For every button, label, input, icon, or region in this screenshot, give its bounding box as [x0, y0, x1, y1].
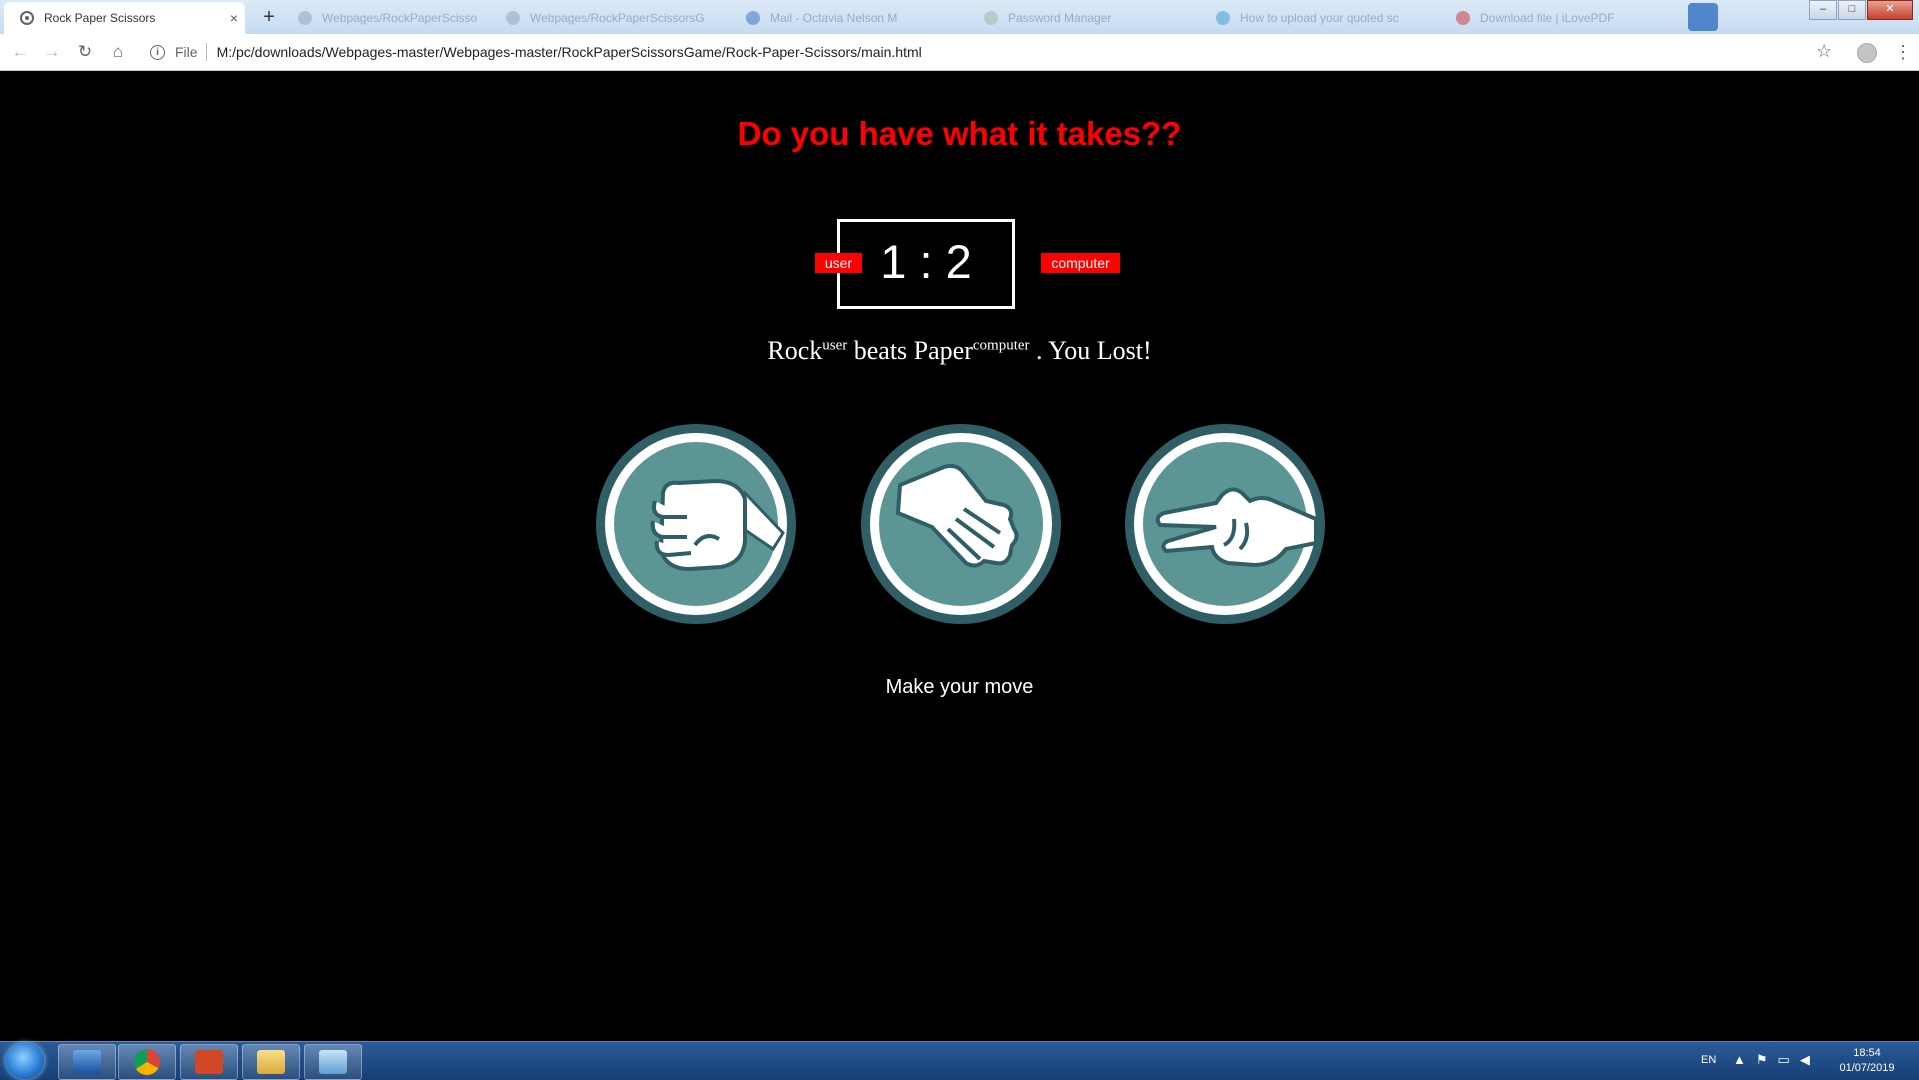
tab-close-icon[interactable]: ×: [223, 10, 245, 26]
password-manager-icon: [984, 11, 998, 25]
url-text[interactable]: M:/pc/downloads/Webpages-master/Webpages…: [217, 44, 922, 60]
system-tray: ▲ ⚑ ▭ ◀: [1733, 1052, 1810, 1068]
fist-icon: [596, 424, 796, 624]
chrome-icon: [134, 1049, 160, 1075]
user-score-badge: user: [815, 253, 862, 273]
account-avatar[interactable]: [1857, 43, 1877, 63]
windows-explorer-icon: [73, 1050, 101, 1074]
clock-date: 01/07/2019: [1839, 1062, 1895, 1074]
volume-icon[interactable]: ◀: [1800, 1052, 1810, 1068]
tab-background-2[interactable]: Webpages/RockPaperScissorsG: [490, 2, 720, 34]
new-tab-button[interactable]: +: [257, 6, 281, 30]
round-result: Rockuser beats Papercomputer . You Lost!: [0, 336, 1919, 366]
tab-background-6[interactable]: Download file | iLovePDF: [1440, 2, 1670, 34]
tab-background-3[interactable]: Mail - Octavia Nelson M: [730, 2, 960, 34]
page-favicon-icon: [20, 11, 34, 25]
tab-title: Download file | iLovePDF: [1480, 11, 1615, 25]
score-display: 1 : 2: [880, 235, 972, 288]
maximize-button[interactable]: □: [1838, 0, 1866, 20]
taskbar-file-explorer[interactable]: [242, 1044, 300, 1080]
window-controls: – □ ✕: [1808, 0, 1913, 20]
open-hand-icon: [861, 424, 1061, 624]
peace-sign-icon: [1125, 424, 1325, 624]
back-button[interactable]: ←: [8, 40, 32, 64]
mail-icon: [746, 11, 760, 25]
start-button[interactable]: [6, 1043, 44, 1079]
paper-button[interactable]: [860, 423, 1062, 625]
forward-button[interactable]: →: [40, 40, 64, 64]
tab-title: Mail - Octavia Nelson M: [770, 11, 898, 25]
outcome-text: . You Lost!: [1036, 336, 1152, 365]
clock-time: 18:54: [1853, 1047, 1881, 1059]
scoreboard: 1 : 2: [837, 219, 1015, 309]
windows-taskbar: EN ▲ ⚑ ▭ ◀ 18:54 01/07/2019: [0, 1041, 1919, 1080]
tab-background-5[interactable]: How to upload your quoted sc: [1200, 2, 1430, 34]
help-icon: [1216, 11, 1230, 25]
browser-toolbar: ← → ↻ ⌂ i File M:/pc/downloads/Webpages-…: [0, 34, 1919, 71]
language-indicator[interactable]: EN: [1701, 1054, 1716, 1066]
tab-background-1[interactable]: Webpages/RockPaperScissorsG: [282, 2, 478, 34]
reload-button[interactable]: ↻: [73, 40, 97, 64]
computer-tag: computer: [972, 337, 1030, 354]
taskbar-chrome[interactable]: [118, 1044, 176, 1080]
tab-title: Webpages/RockPaperScissorsG: [530, 11, 705, 25]
user-tag: user: [822, 337, 848, 354]
choices-row: [0, 423, 1919, 625]
site-info-icon[interactable]: i: [150, 44, 165, 60]
network-icon[interactable]: ▭: [1778, 1052, 1790, 1068]
computer-score-badge: computer: [1041, 253, 1120, 273]
page-title: Do you have what it takes??: [737, 115, 1182, 152]
bookmark-star-icon[interactable]: ☆: [1816, 41, 1832, 62]
tab-title: Password Manager: [1008, 11, 1112, 25]
ilovepdf-icon: [1456, 11, 1470, 25]
address-bar[interactable]: i File M:/pc/downloads/Webpages-master/W…: [140, 38, 1775, 66]
rock-button[interactable]: [595, 423, 797, 625]
user-choice-text: Rock: [767, 336, 823, 365]
github-icon: [298, 11, 312, 25]
scissors-button[interactable]: [1124, 423, 1326, 625]
github-icon: [506, 11, 520, 25]
browser-profile-icon[interactable]: [1688, 3, 1718, 31]
taskbar-windows-explorer[interactable]: [58, 1044, 116, 1080]
action-message: Make your move: [885, 676, 1034, 698]
minimize-button[interactable]: –: [1809, 0, 1837, 20]
game-page: Do you have what it takes?? 1 : 2 user c…: [0, 71, 1919, 1041]
url-scheme-label: File: [175, 44, 198, 60]
browser-menu-icon[interactable]: ⋮: [1894, 40, 1912, 64]
tab-title: How to upload your quoted sc: [1240, 11, 1399, 25]
action-center-flag-icon[interactable]: ⚑: [1756, 1052, 1768, 1068]
computer-choice-text: Paper: [913, 336, 973, 365]
control-panel-icon: [319, 1050, 347, 1074]
home-button[interactable]: ⌂: [106, 40, 130, 64]
tab-title: Webpages/RockPaperScissorsG: [322, 11, 478, 25]
show-hidden-icons-icon[interactable]: ▲: [1733, 1052, 1746, 1068]
tab-background-4[interactable]: Password Manager: [968, 2, 1198, 34]
verb-text: beats: [853, 336, 908, 365]
close-window-button[interactable]: ✕: [1867, 0, 1913, 20]
tab-rock-paper-scissors[interactable]: Rock Paper Scissors ×: [4, 2, 245, 34]
taskbar-control-panel[interactable]: [304, 1044, 362, 1080]
browser-tab-strip: Rock Paper Scissors × + Webpages/RockPap…: [0, 0, 1919, 34]
powerpoint-icon: [195, 1050, 223, 1074]
omnibox-divider: [205, 43, 207, 61]
taskbar-powerpoint[interactable]: [180, 1044, 238, 1080]
file-explorer-icon: [257, 1050, 285, 1074]
tab-title: Rock Paper Scissors: [44, 11, 156, 25]
system-clock[interactable]: 18:54 01/07/2019: [1822, 1046, 1912, 1076]
